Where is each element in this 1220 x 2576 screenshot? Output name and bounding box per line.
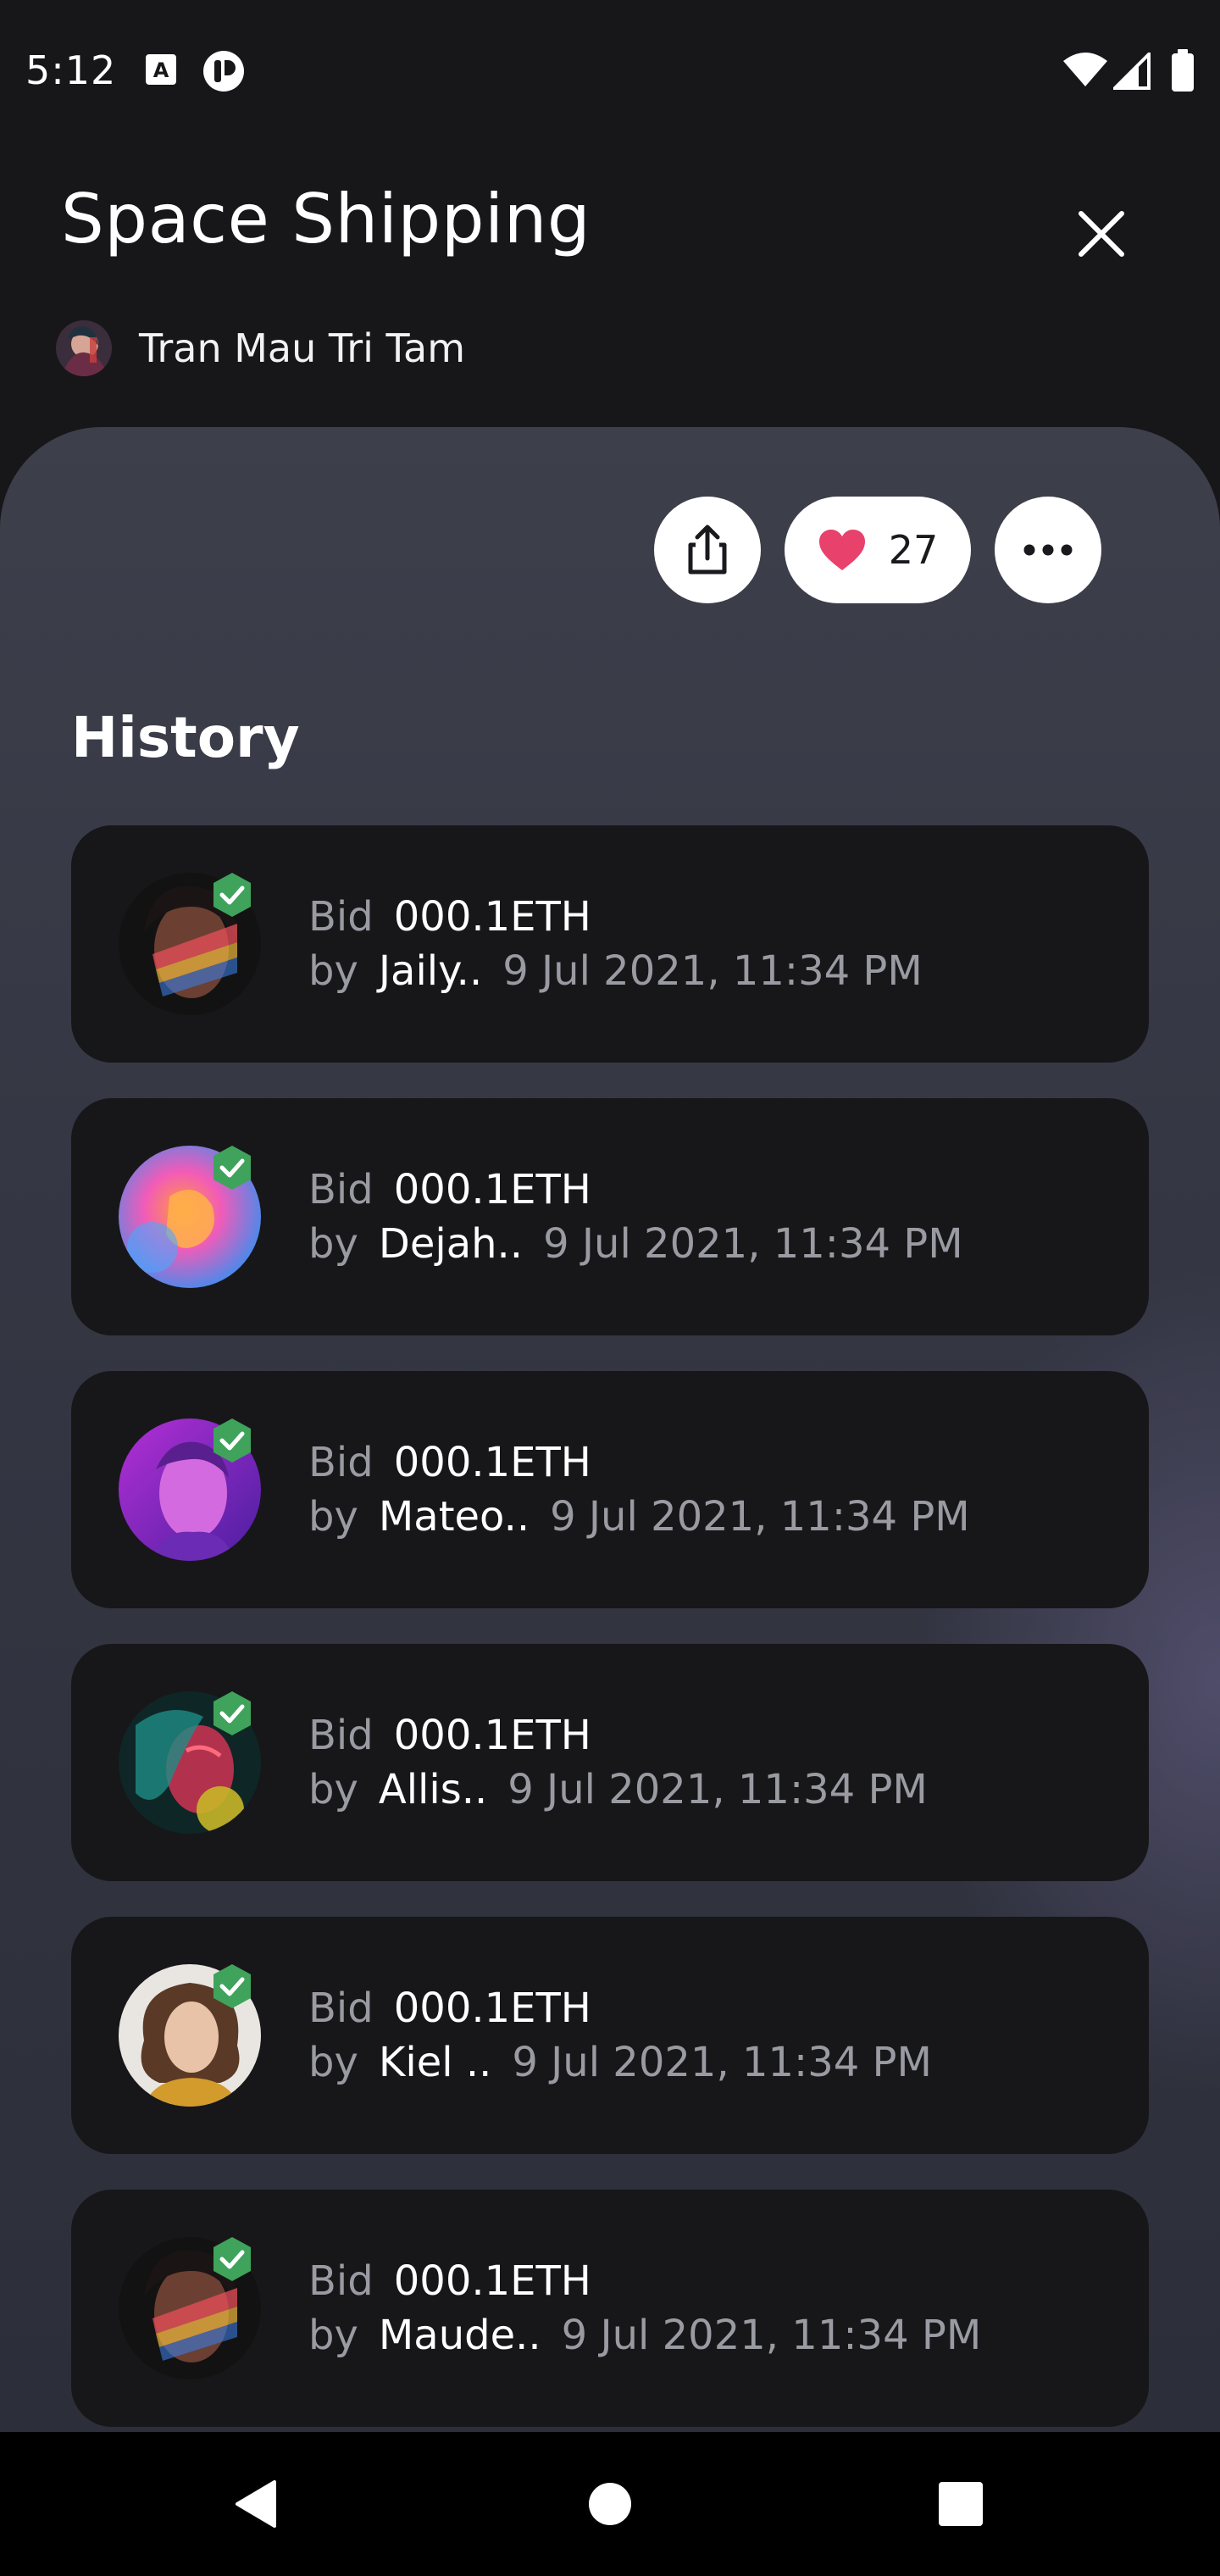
bid-amount: 000.1ETH (393, 1712, 591, 1759)
bid-date: 9 Jul 2021, 11:34 PM (543, 1220, 963, 1268)
more-horizontal-icon (1023, 544, 1073, 556)
bidder-name: Maude.. (378, 2312, 541, 2359)
bid-date: 9 Jul 2021, 11:34 PM (561, 2312, 982, 2359)
bidder-name: Kiel .. (378, 2039, 492, 2086)
recents-square-icon (939, 2482, 983, 2526)
by-label: by (308, 2312, 358, 2359)
by-label: by (308, 947, 358, 995)
by-label: by (308, 2039, 358, 2086)
bid-date: 9 Jul 2021, 11:34 PM (550, 1493, 970, 1541)
share-button[interactable] (654, 497, 761, 603)
notification-a-icon: A (144, 53, 178, 90)
back-triangle-icon (236, 2480, 276, 2528)
verified-badge-icon (214, 1691, 251, 1735)
bid-label: Bid (308, 1439, 374, 1486)
verified-badge-icon (214, 1964, 251, 2008)
bid-amount: 000.1ETH (393, 2257, 591, 2305)
history-list: Bid 000.1ETH by Jaily.. 9 Jul 2021, 11:34 P… (71, 825, 1149, 2462)
verified-badge-icon (214, 1418, 251, 1463)
close-button[interactable] (1068, 200, 1135, 268)
wifi-icon (1062, 53, 1108, 92)
bid-amount: 000.1ETH (393, 1985, 591, 2032)
verified-badge-icon (214, 873, 251, 917)
nav-recents-button[interactable] (923, 2466, 999, 2542)
history-item[interactable]: Bid 000.1ETH by Mateo.. 9 Jul 2021, 11:34 P… (71, 1371, 1149, 1608)
more-options-button[interactable] (995, 497, 1101, 603)
history-item[interactable]: Bid 000.1ETH by Dejah.. 9 Jul 2021, 11:34 P… (71, 1098, 1149, 1335)
bidder-name: Mateo.. (378, 1493, 530, 1541)
bid-label: Bid (308, 893, 374, 941)
history-title: History (71, 705, 300, 770)
bid-label: Bid (308, 1166, 374, 1213)
like-count: 27 (888, 527, 939, 573)
status-bar: 5:12 A (0, 0, 1220, 144)
history-item[interactable]: Bid 000.1ETH by Maude.. 9 Jul 2021, 11:34 P… (71, 2190, 1149, 2427)
system-nav-bar (0, 2432, 1220, 2576)
nav-home-button[interactable] (572, 2466, 648, 2542)
bid-amount: 000.1ETH (393, 1166, 591, 1213)
author-row[interactable]: Tran Mau Tri Tam (56, 320, 465, 376)
verified-badge-icon (214, 2237, 251, 2281)
svg-text:A: A (153, 58, 169, 82)
author-name: Tran Mau Tri Tam (139, 325, 466, 371)
signal-icon (1111, 50, 1151, 93)
app-icon (202, 49, 246, 97)
bid-amount: 000.1ETH (393, 1439, 591, 1486)
history-item[interactable]: Bid 000.1ETH by Jaily.. 9 Jul 2021, 11:34 P… (71, 825, 1149, 1063)
verified-badge-icon (214, 1146, 251, 1190)
bid-amount: 000.1ETH (393, 893, 591, 941)
bid-label: Bid (308, 1985, 374, 2032)
author-avatar (56, 320, 112, 376)
bid-label: Bid (308, 2257, 374, 2305)
nav-back-button[interactable] (217, 2466, 293, 2542)
page-title: Space Shipping (61, 180, 591, 258)
battery-icon (1171, 49, 1195, 95)
status-time: 5:12 (25, 47, 117, 93)
bid-date: 9 Jul 2021, 11:34 PM (502, 947, 923, 995)
nft-detail-screen: 5:12 A Space Shipping Tran Mau Tri Tam 2… (0, 0, 1220, 2576)
bidder-name: Dejah.. (378, 1220, 524, 1268)
home-circle-icon (589, 2483, 631, 2525)
bid-label: Bid (308, 1712, 374, 1759)
by-label: by (308, 1220, 358, 1268)
close-icon (1079, 211, 1124, 257)
bid-date: 9 Jul 2021, 11:34 PM (512, 2039, 932, 2086)
by-label: by (308, 1766, 358, 1813)
share-icon (688, 525, 727, 575)
bidder-name: Jaily.. (378, 947, 483, 995)
like-button[interactable]: 27 (785, 497, 971, 603)
bidder-name: Allis.. (378, 1766, 488, 1813)
history-item[interactable]: Bid 000.1ETH by Allis.. 9 Jul 2021, 11:34 P… (71, 1644, 1149, 1881)
by-label: by (308, 1493, 358, 1541)
history-item[interactable]: Bid 000.1ETH by Kiel .. 9 Jul 2021, 11:34 P… (71, 1917, 1149, 2154)
heart-icon (818, 530, 865, 570)
bid-date: 9 Jul 2021, 11:34 PM (507, 1766, 928, 1813)
